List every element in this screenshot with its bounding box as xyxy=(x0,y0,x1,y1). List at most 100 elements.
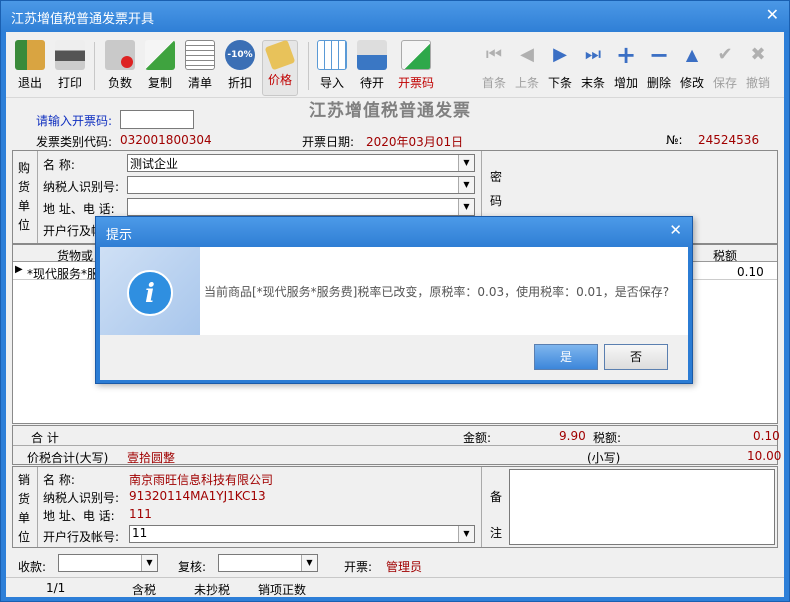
buyer-tax-label: 纳税人识别号: xyxy=(43,180,120,194)
seller-panel: 销 货 单 位 名 称: 南京雨旺信息科技有限公司 纳税人识别号: 913201… xyxy=(12,466,778,548)
exit-button[interactable]: 退出 xyxy=(12,40,48,98)
buyer-bank-label: 开户行及帐 xyxy=(43,224,104,238)
payee-select[interactable]: ▼ xyxy=(58,554,158,572)
seller-bank-select[interactable]: 11 ▼ xyxy=(129,525,475,543)
buyer-name-label: 名 称: xyxy=(43,158,75,172)
invoice-code-icon xyxy=(401,40,431,70)
date-value: 2020年03月01日 xyxy=(366,135,464,149)
pending-button[interactable]: 待开 xyxy=(354,40,390,98)
close-icon[interactable]: ✕ xyxy=(669,221,682,239)
discount-label: 折扣 xyxy=(227,76,252,90)
chevron-down-icon[interactable]: ▼ xyxy=(458,155,474,171)
remark-char: 注 xyxy=(489,526,502,540)
add-label: 增加 xyxy=(613,76,638,90)
row-tax-cell: 0.10 xyxy=(737,265,764,279)
chevron-down-icon[interactable]: ▼ xyxy=(301,555,317,571)
copy-label: 复制 xyxy=(147,76,172,90)
title-bar: 江苏增值税普通发票开具 ✕ xyxy=(1,1,789,32)
exit-label: 退出 xyxy=(17,76,42,90)
close-icon[interactable]: ✕ xyxy=(766,5,779,24)
seller-bank-value: 11 xyxy=(132,526,148,540)
check-icon: ✔ xyxy=(717,44,733,65)
discount-icon: -10% xyxy=(225,40,255,70)
next-record-button[interactable]: ▶ 下条 xyxy=(542,40,578,98)
dialog-icon-area: i xyxy=(100,247,200,335)
edit-button[interactable]: ▲ 修改 xyxy=(674,40,710,98)
remark-input[interactable] xyxy=(509,469,775,545)
price-button[interactable]: 价格 xyxy=(262,39,298,96)
invoice-code-label: 开票码 xyxy=(397,76,434,90)
remark-label: 备 注 xyxy=(489,479,503,551)
negative-label: 负数 xyxy=(107,76,132,90)
checker-select[interactable]: ▼ xyxy=(218,554,318,572)
import-button[interactable]: 导入 xyxy=(314,40,350,98)
buyer-tax-select[interactable]: ▼ xyxy=(127,176,475,194)
add-button[interactable]: + 增加 xyxy=(608,40,644,98)
no-button[interactable]: 否 xyxy=(604,344,668,370)
last-record-button[interactable]: ⏭ 末条 xyxy=(575,40,611,98)
dialog-title: 提示 xyxy=(106,228,133,243)
buyer-address-select[interactable]: ▼ xyxy=(127,198,475,216)
undo-button[interactable]: ✖ 撤销 xyxy=(740,40,776,98)
list-button[interactable]: 清单 xyxy=(182,40,218,98)
save-button[interactable]: ✔ 保存 xyxy=(707,40,743,98)
first-record-label: 首条 xyxy=(481,76,506,90)
list-label: 清单 xyxy=(187,76,212,90)
total-words-value: 壹拾圆整 xyxy=(127,451,176,465)
buyer-name-select[interactable]: 测试企业 ▼ xyxy=(127,154,475,172)
dialog-title-bar: 提示 ✕ xyxy=(96,217,692,247)
discount-button[interactable]: -10% 折扣 xyxy=(222,40,258,98)
amount-value: 9.90 xyxy=(559,429,586,443)
status-unsynced: 未抄税 xyxy=(194,583,231,597)
yes-button[interactable]: 是 xyxy=(534,344,598,370)
import-icon xyxy=(317,40,347,70)
plus-icon: + xyxy=(615,41,637,69)
undo-label: 撤销 xyxy=(745,76,770,90)
print-button[interactable]: 打印 xyxy=(52,40,88,98)
invoice-code-input[interactable] xyxy=(120,110,194,129)
payee-label: 收款: xyxy=(18,560,47,574)
remark-char: 备 xyxy=(489,490,502,504)
buyer-name-value: 测试企业 xyxy=(130,157,179,171)
copy-icon xyxy=(145,40,175,70)
tax-total-label: 税额: xyxy=(593,431,622,445)
divider xyxy=(37,151,38,243)
chevron-down-icon[interactable]: ▼ xyxy=(458,177,474,193)
seller-side-label: 销 货 单 位 xyxy=(17,471,31,547)
row-goods-cell: *现代服务*服 xyxy=(27,267,100,281)
row-pointer-icon: ▶ xyxy=(15,264,23,275)
negative-button[interactable]: 负数 xyxy=(102,40,138,98)
chevron-down-icon[interactable]: ▼ xyxy=(458,199,474,215)
cross-icon: ✖ xyxy=(750,44,766,65)
edit-label: 修改 xyxy=(679,76,704,90)
dialog-body: i 当前商品[*现代服务*服务费]税率已改变，原税率：0.03，使用税率：0.0… xyxy=(100,247,688,380)
invoice-code-button[interactable]: 开票码 xyxy=(394,40,438,98)
minus-icon: − xyxy=(648,41,670,69)
date-label: 开票日期: xyxy=(302,135,355,149)
seller-address-value: 111 xyxy=(129,507,152,521)
delete-button[interactable]: − 删除 xyxy=(641,40,677,98)
divider xyxy=(37,467,38,547)
first-record-button[interactable]: ⏮ 首条 xyxy=(476,40,512,98)
seller-tax-value: 91320114MA1YJ1KC13 xyxy=(129,489,266,503)
col-goods-header: 货物或 xyxy=(57,249,94,263)
seller-side-char: 位 xyxy=(17,530,30,544)
chevron-down-icon[interactable]: ▼ xyxy=(141,555,157,571)
status-bar: 1/1 含税 未抄税 销项正数 xyxy=(6,577,784,597)
printer-icon xyxy=(55,40,85,70)
amount-label: 金额: xyxy=(463,431,492,445)
sum-label: 合 计 xyxy=(31,431,59,445)
edit-icon: ▲ xyxy=(685,45,699,64)
copy-button[interactable]: 复制 xyxy=(142,40,178,98)
pending-label: 待开 xyxy=(359,76,384,90)
prev-record-button[interactable]: ◀ 上条 xyxy=(509,40,545,98)
buyer-side-char: 货 xyxy=(17,180,30,194)
exit-icon xyxy=(15,40,45,70)
issuer-label: 开票: xyxy=(344,560,373,574)
chevron-down-icon[interactable]: ▼ xyxy=(458,526,474,542)
dialog-message: 当前商品[*现代服务*服务费]税率已改变，原税率：0.03，使用税率：0.01，… xyxy=(204,285,670,299)
type-code-label: 发票类别代码: xyxy=(36,135,113,149)
divider xyxy=(13,445,777,446)
buyer-side-char: 单 xyxy=(17,199,30,213)
secret-char: 密 xyxy=(489,170,502,184)
